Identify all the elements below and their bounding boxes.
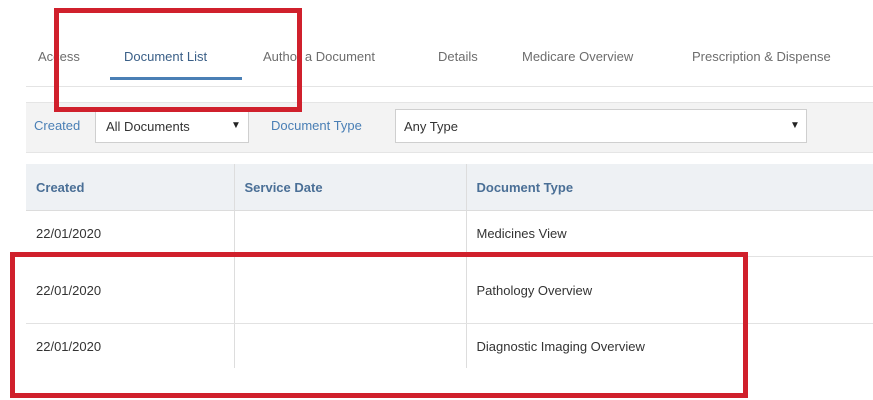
created-filter-value: All Documents: [106, 119, 190, 134]
service-date-cell: [234, 256, 467, 324]
created-filter-label: Created: [34, 118, 81, 133]
chevron-down-icon: ▼: [790, 120, 800, 131]
document-type-cell: Diagnostic Imaging Overview: [476, 338, 645, 354]
column-header-created[interactable]: Created: [26, 164, 235, 211]
document-type-cell: Medicines View: [466, 210, 873, 257]
created-cell: 22/01/2020: [26, 256, 235, 324]
created-cell: 22/01/2020: [26, 323, 235, 368]
created-filter-select[interactable]: All Documents ▼: [95, 109, 249, 143]
table-row[interactable]: 22/01/2020 Medicines View: [26, 210, 873, 257]
tab-medicare-overview[interactable]: Medicare Overview: [522, 49, 633, 64]
document-type-cell: Pathology Overview: [466, 256, 873, 324]
service-date-cell: [234, 210, 467, 257]
created-cell: 22/01/2020: [26, 210, 235, 257]
tab-author-a-document[interactable]: Author a Document: [263, 49, 375, 64]
service-date-cell: [234, 323, 467, 368]
table-row[interactable]: 22/01/2020 Diagnostic Imaging Overview: [26, 323, 873, 368]
tab-divider: [26, 86, 873, 87]
document-table: Created Service Date Document Type 22/01…: [26, 164, 873, 368]
tab-details[interactable]: Details: [438, 49, 478, 64]
tab-prescription-dispense[interactable]: Prescription & Dispense: [692, 49, 831, 64]
document-type-filter-value: Any Type: [404, 119, 458, 134]
tab-bar: Access Document List Author a Document D…: [0, 0, 873, 87]
chevron-down-icon: ▼: [231, 120, 241, 131]
column-header-service-date[interactable]: Service Date: [234, 164, 467, 211]
tab-document-list[interactable]: Document List: [124, 49, 207, 64]
tab-access[interactable]: Access: [38, 49, 80, 64]
table-row[interactable]: 22/01/2020 Pathology Overview: [26, 256, 873, 324]
column-header-document-type[interactable]: Document Type: [466, 164, 873, 211]
filter-bar: Created All Documents ▼ Document Type An…: [26, 102, 873, 153]
table-header-row: Created Service Date Document Type: [26, 164, 873, 211]
active-tab-indicator: [110, 77, 242, 80]
document-type-filter-select[interactable]: Any Type ▼: [395, 109, 807, 143]
document-type-filter-label: Document Type: [271, 118, 362, 133]
